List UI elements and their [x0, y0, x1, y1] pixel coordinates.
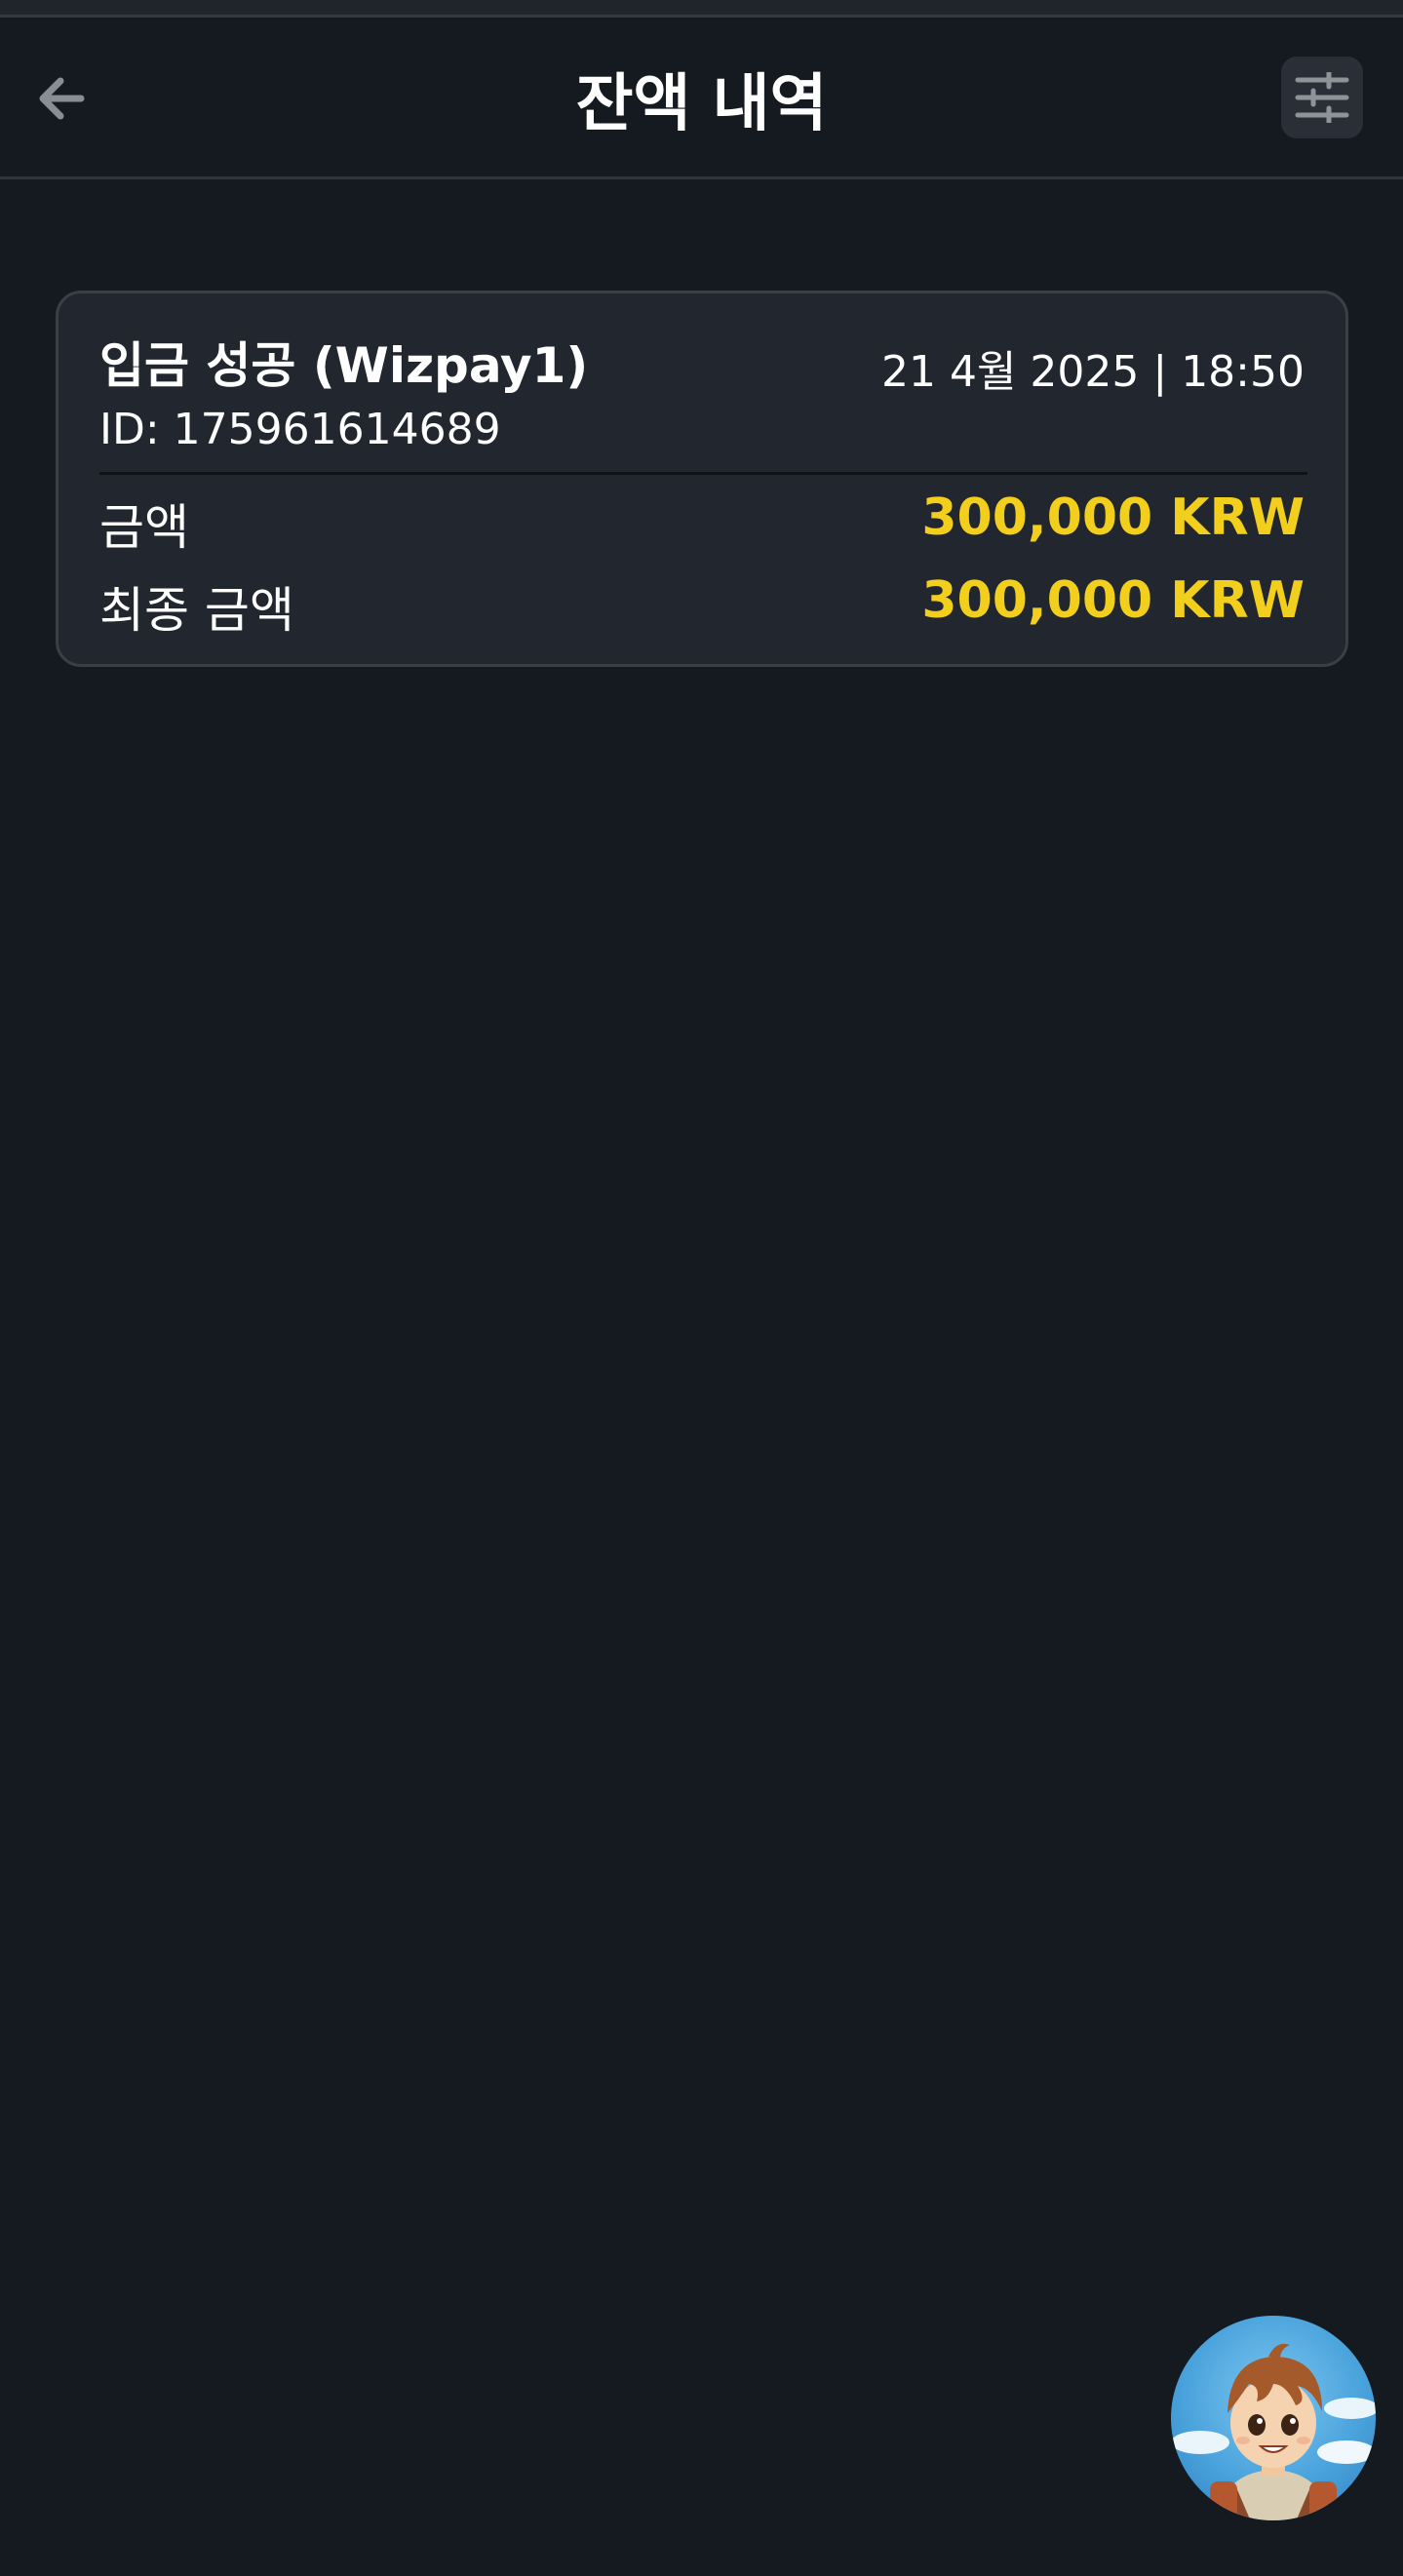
- cartoon-boy-avatar: [1171, 2343, 1376, 2520]
- arrow-left-icon: [39, 77, 85, 120]
- filter-button[interactable]: [1281, 57, 1363, 138]
- app-header: 잔액 내역: [0, 18, 1403, 179]
- card-divider: [99, 472, 1307, 475]
- final-amount-label: 최종 금액: [99, 582, 294, 639]
- amount-value: 300,000 KRW: [921, 488, 1305, 547]
- final-amount-value: 300,000 KRW: [921, 571, 1305, 630]
- back-button[interactable]: [29, 66, 94, 131]
- amount-label: 금액: [99, 499, 189, 556]
- transaction-card[interactable]: 입금 성공 (Wizpay1) 21 4월 2025 | 18:50 ID: 1…: [56, 291, 1348, 667]
- transaction-id: ID: 175961614689: [99, 405, 501, 454]
- transaction-title: 입금 성공 (Wizpay1): [99, 337, 589, 394]
- sliders-icon: [1295, 72, 1349, 123]
- top-edge-bar: [0, 0, 1403, 18]
- support-avatar-button[interactable]: [1171, 2316, 1376, 2520]
- page-title: 잔액 내역: [575, 68, 828, 140]
- transaction-datetime: 21 4월 2025 | 18:50: [880, 347, 1305, 397]
